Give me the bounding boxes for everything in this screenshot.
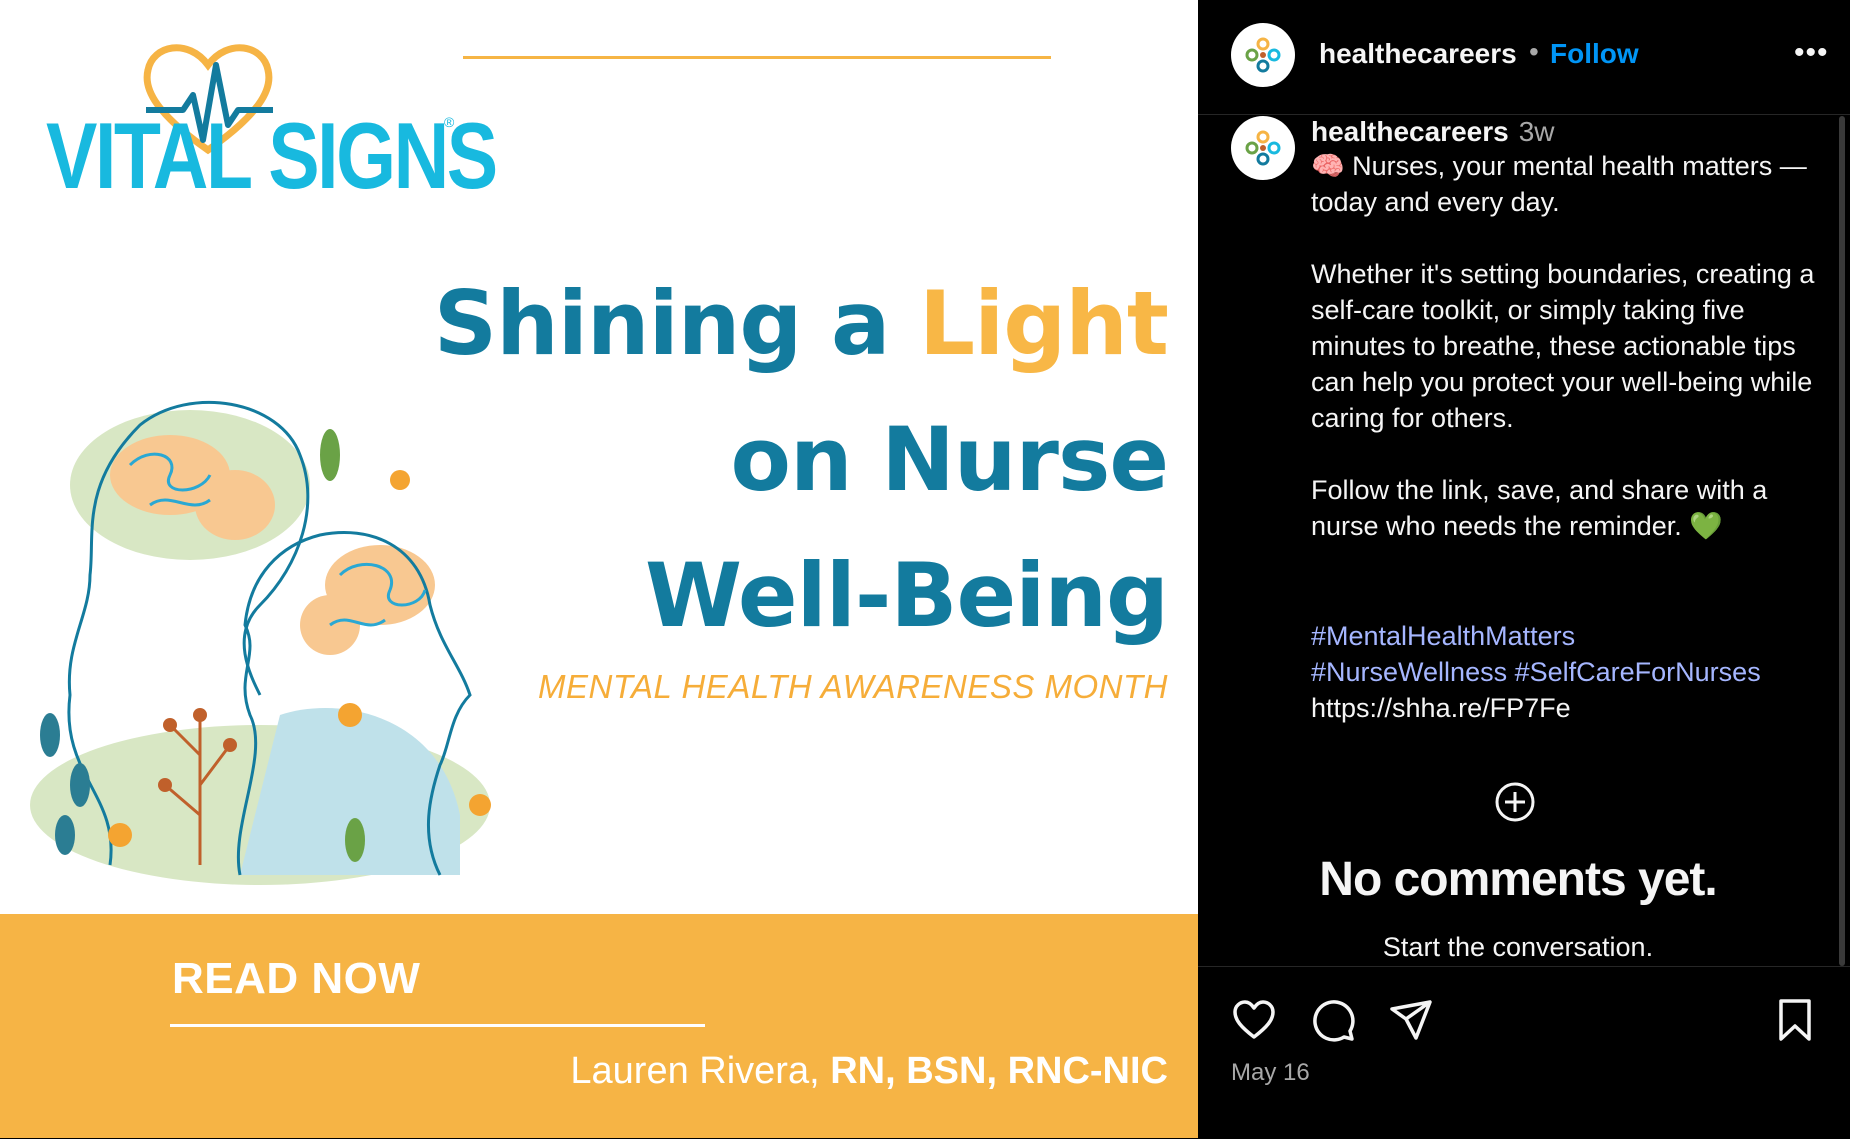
subtitle: MENTAL HEALTH AWARENESS MONTH: [538, 668, 1168, 705]
add-comment-icon[interactable]: [1495, 782, 1535, 822]
brand-logo-icon: [1245, 130, 1281, 166]
vital-signs-logo: VITAL SIGNS ®: [38, 30, 498, 210]
headline-line-3: Well-Being: [644, 544, 1169, 647]
caption-area[interactable]: healthecareers 3w 🧠 Nurses, your mental h…: [1198, 114, 1850, 966]
post-image[interactable]: VITAL SIGNS ® Shining a Light on Nurse W…: [0, 0, 1198, 1138]
header-username[interactable]: healthecareers: [1319, 38, 1517, 70]
post-sidebar: healthecareers • Follow ••• healthecaree…: [1198, 0, 1850, 1138]
author-name: Lauren Rivera,: [570, 1050, 831, 1092]
caption-avatar[interactable]: [1231, 116, 1295, 180]
hashtag-link[interactable]: #NurseWellness: [1311, 657, 1507, 687]
more-options-icon[interactable]: •••: [1794, 36, 1829, 70]
headline-accent: Light: [919, 272, 1169, 375]
avatar[interactable]: [1231, 23, 1295, 87]
hashtag-link[interactable]: #MentalHealthMatters: [1311, 621, 1575, 651]
post-date: May 16: [1231, 1059, 1310, 1086]
heads-illustration: [30, 400, 491, 885]
hashtags: #MentalHealthMatters #NurseWellness #Sel…: [1311, 618, 1831, 690]
logo-text: VITAL SIGNS: [46, 103, 498, 208]
author-credit: Lauren Rivera, RN, BSN, RNC-NIC: [570, 1050, 1168, 1093]
separator-dot: •: [1529, 36, 1539, 67]
caption-url[interactable]: https://shha.re/FP7Fe: [1311, 690, 1571, 726]
headline-part: Shining a: [433, 272, 920, 375]
read-now-label: READ NOW: [172, 954, 421, 1003]
scrollbar[interactable]: [1839, 116, 1845, 966]
headline-line-1: Shining a Light: [433, 256, 1169, 392]
caption-header: healthecareers 3w: [1311, 116, 1554, 148]
start-conversation-text: Start the conversation.: [1382, 932, 1654, 962]
registered-mark: ®: [444, 114, 455, 130]
brand-logo-icon: [1245, 37, 1281, 73]
caption-text: 🧠 Nurses, your mental health matters —to…: [1311, 151, 1815, 541]
share-icon[interactable]: [1388, 997, 1434, 1043]
headline-line-2: on Nurse: [730, 408, 1170, 511]
no-comments-title: No comments yet.: [1319, 853, 1717, 906]
comment-icon[interactable]: [1310, 997, 1356, 1043]
hashtag-link[interactable]: #SelfCareForNurses: [1515, 657, 1761, 687]
top-divider: [463, 56, 1051, 59]
bookmark-icon[interactable]: [1772, 997, 1818, 1043]
author-credentials: RN, BSN, RNC-NIC: [830, 1050, 1168, 1092]
read-now-underline: [170, 1024, 705, 1027]
action-bar: May 16: [1198, 966, 1850, 1139]
caption-timestamp[interactable]: 3w: [1519, 116, 1555, 147]
post-header: healthecareers • Follow •••: [1198, 0, 1850, 115]
follow-button[interactable]: Follow: [1550, 38, 1639, 70]
caption-username[interactable]: healthecareers: [1311, 116, 1509, 147]
headline: Shining a Light on Nurse Well-Being: [433, 256, 1170, 664]
heart-icon[interactable]: [1231, 997, 1277, 1043]
